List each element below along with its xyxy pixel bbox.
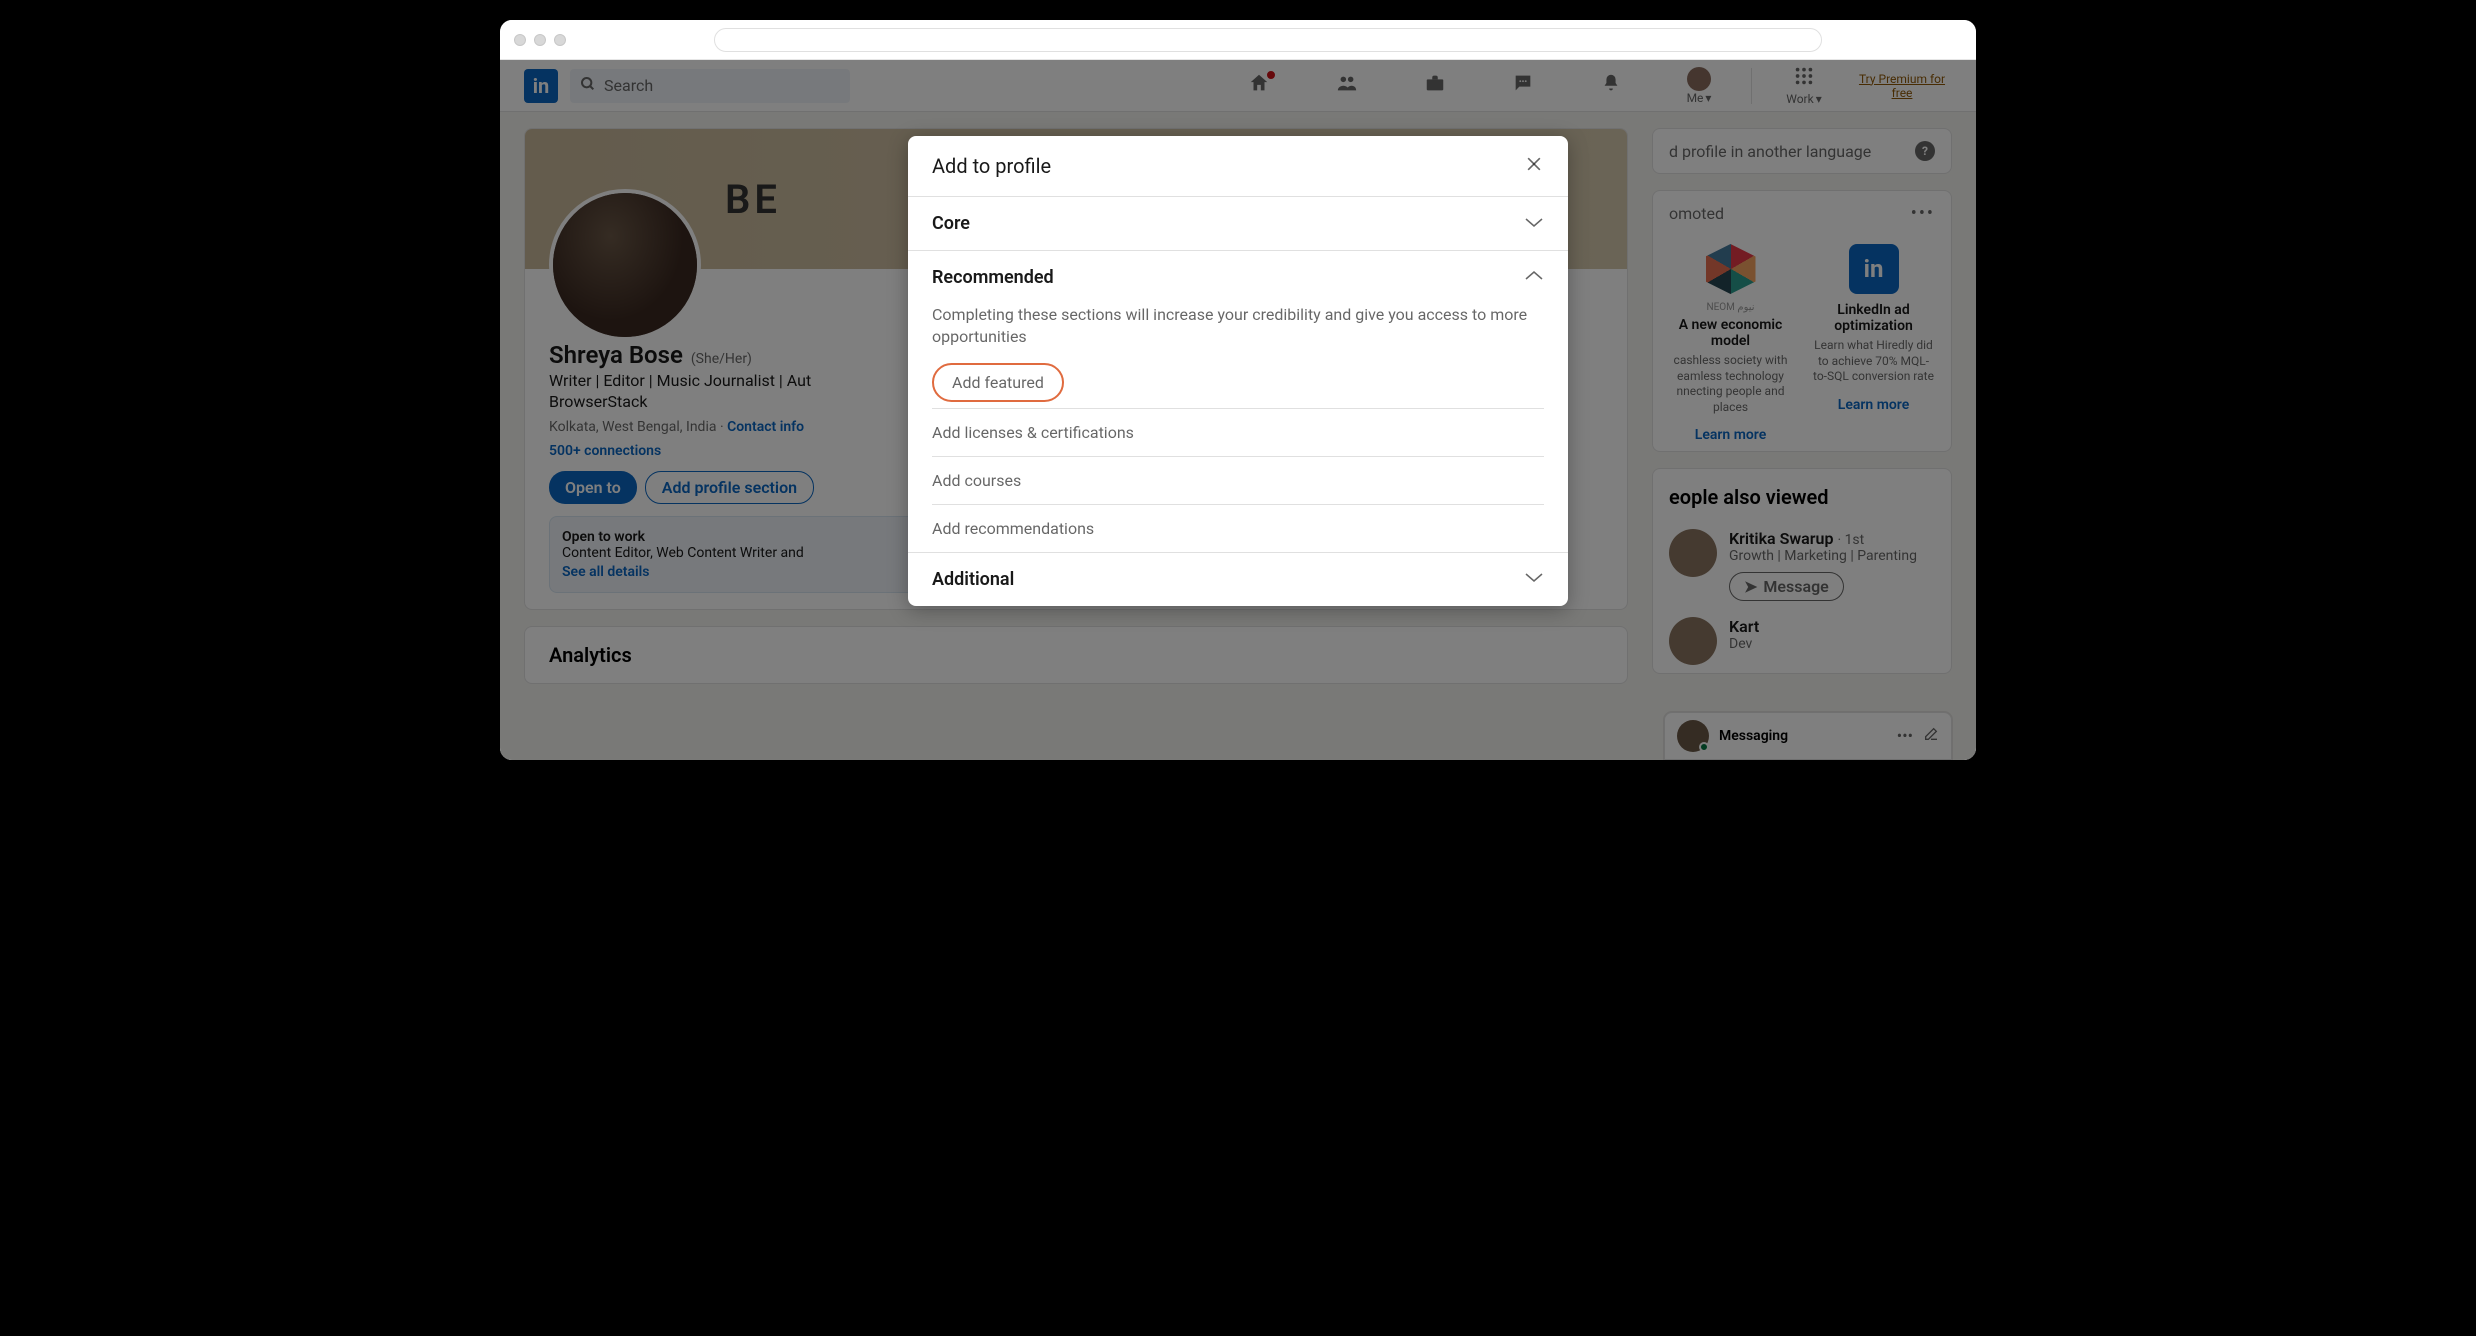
browser-chrome bbox=[500, 20, 1976, 60]
modal-title: Add to profile bbox=[932, 154, 1051, 178]
section-description: Completing these sections will increase … bbox=[908, 304, 1568, 357]
add-to-profile-modal: Add to profile Core Recommended Completi… bbox=[908, 136, 1568, 606]
close-button[interactable] bbox=[1524, 152, 1544, 180]
browser-window: in Search Me ▾ bbox=[500, 20, 1976, 760]
option-add-courses[interactable]: Add courses bbox=[932, 457, 1544, 505]
section-label: Core bbox=[932, 213, 970, 234]
page-root: in Search Me ▾ bbox=[500, 60, 1976, 760]
modal-body[interactable]: Core Recommended Completing these sectio… bbox=[908, 196, 1568, 606]
section-recommended[interactable]: Recommended bbox=[908, 251, 1568, 304]
option-add-featured[interactable]: Add featured bbox=[932, 363, 1064, 402]
section-additional[interactable]: Additional bbox=[908, 552, 1568, 606]
section-label: Recommended bbox=[932, 267, 1054, 288]
minimize-window-icon[interactable] bbox=[534, 34, 546, 46]
section-core[interactable]: Core bbox=[908, 197, 1568, 250]
option-add-licenses[interactable]: Add licenses & certifications bbox=[932, 409, 1544, 457]
chevron-up-icon bbox=[1524, 270, 1544, 286]
address-bar[interactable] bbox=[714, 28, 1822, 52]
close-window-icon[interactable] bbox=[514, 34, 526, 46]
section-label: Additional bbox=[932, 569, 1014, 590]
maximize-window-icon[interactable] bbox=[554, 34, 566, 46]
option-add-recommendations[interactable]: Add recommendations bbox=[932, 505, 1544, 552]
chevron-down-icon bbox=[1524, 216, 1544, 232]
chevron-down-icon bbox=[1524, 571, 1544, 587]
